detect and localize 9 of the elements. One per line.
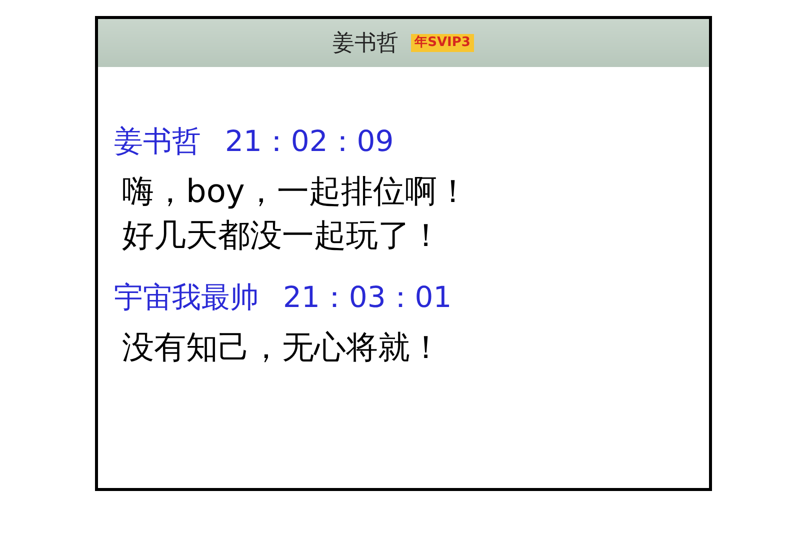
- contact-name: 姜书哲: [332, 30, 399, 58]
- sender-name: 宇宙我最帅: [114, 279, 259, 315]
- message-time: 21：02：09: [225, 123, 394, 159]
- message-text: 好几天都没一起玩了！: [122, 215, 443, 256]
- sender-name: 姜书哲: [114, 123, 201, 159]
- message-text: 没有知己，无心将就！: [122, 327, 443, 368]
- message-text: 嗨，boy，一起排位啊！: [122, 171, 470, 212]
- message-time: 21：03：01: [283, 279, 452, 315]
- vip-badge: 年SVIP3: [410, 34, 474, 52]
